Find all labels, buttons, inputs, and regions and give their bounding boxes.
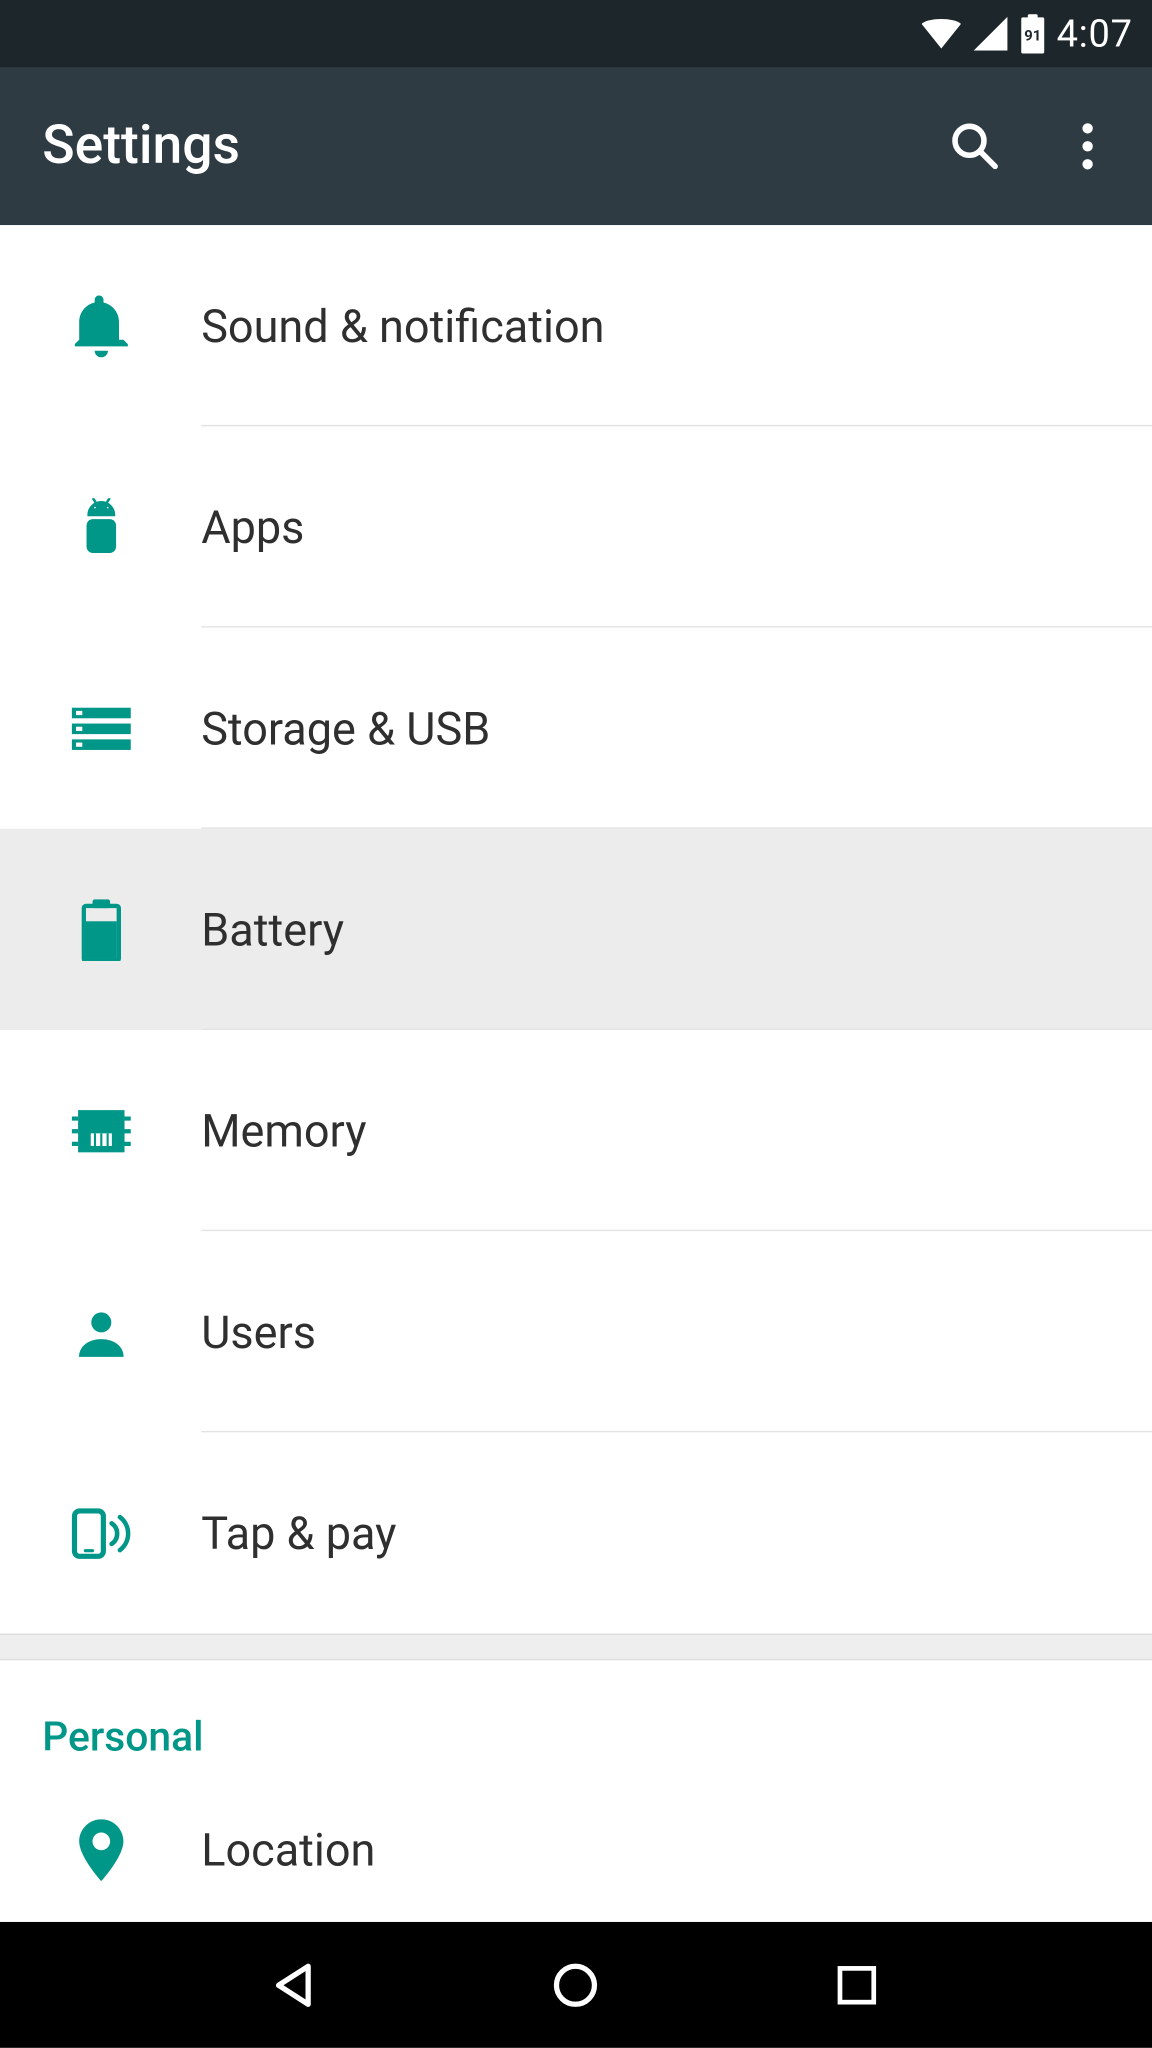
- tap-pay-icon: [0, 1505, 201, 1561]
- svg-text:91: 91: [1024, 26, 1041, 44]
- location-icon: [0, 1819, 201, 1881]
- settings-item-storage[interactable]: Storage & USB: [0, 628, 1152, 829]
- memory-icon: [0, 1105, 201, 1156]
- settings-list: Sound & notification Apps: [0, 225, 1152, 1922]
- status-bar: 91 4:07: [0, 0, 1152, 68]
- status-icons: 91 4:07: [921, 11, 1132, 56]
- settings-item-label: Tap & pay: [201, 1506, 396, 1559]
- recent-apps-icon: [835, 1962, 880, 2007]
- battery-icon: [0, 898, 201, 960]
- settings-item-tap-pay[interactable]: Tap & pay: [0, 1432, 1152, 1633]
- wifi-icon: [921, 18, 960, 49]
- section-title: Personal: [42, 1714, 203, 1762]
- section-break: [0, 1634, 1152, 1661]
- overflow-menu-button[interactable]: [1059, 118, 1115, 174]
- cellular-signal-icon: [972, 17, 1009, 51]
- settings-item-label: Sound & notification: [201, 299, 604, 352]
- android-icon: [0, 497, 201, 556]
- battery-icon: 91: [1020, 14, 1045, 53]
- settings-item-location[interactable]: Location: [0, 1776, 1152, 1922]
- app-bar: Settings: [0, 68, 1152, 226]
- nav-back-button[interactable]: [253, 1942, 337, 2026]
- settings-item-memory[interactable]: Memory: [0, 1030, 1152, 1231]
- settings-item-label: Battery: [201, 903, 344, 956]
- clock-time: 4:07: [1057, 11, 1133, 56]
- back-icon: [270, 1959, 321, 2010]
- settings-item-users[interactable]: Users: [0, 1231, 1152, 1432]
- settings-item-label: Location: [201, 1823, 375, 1876]
- settings-item-label: Apps: [201, 500, 304, 553]
- settings-item-battery[interactable]: Battery: [0, 829, 1152, 1030]
- settings-item-label: Users: [201, 1305, 316, 1358]
- nav-home-button[interactable]: [534, 1942, 618, 2026]
- search-icon: [948, 120, 1001, 173]
- person-icon: [0, 1305, 201, 1358]
- search-button[interactable]: [947, 118, 1003, 174]
- section-header-personal: Personal: [0, 1660, 1152, 1775]
- storage-icon: [0, 706, 201, 751]
- settings-item-apps[interactable]: Apps: [0, 426, 1152, 627]
- navigation-bar: [0, 1922, 1152, 2047]
- settings-item-sound[interactable]: Sound & notification: [0, 225, 1152, 426]
- settings-item-label: Memory: [201, 1104, 366, 1157]
- settings-item-label: Storage & USB: [201, 701, 490, 754]
- home-icon: [551, 1959, 602, 2010]
- page-title: Settings: [42, 115, 947, 177]
- bell-icon: [0, 295, 201, 357]
- nav-recent-button[interactable]: [815, 1942, 899, 2026]
- more-vert-icon: [1081, 122, 1095, 170]
